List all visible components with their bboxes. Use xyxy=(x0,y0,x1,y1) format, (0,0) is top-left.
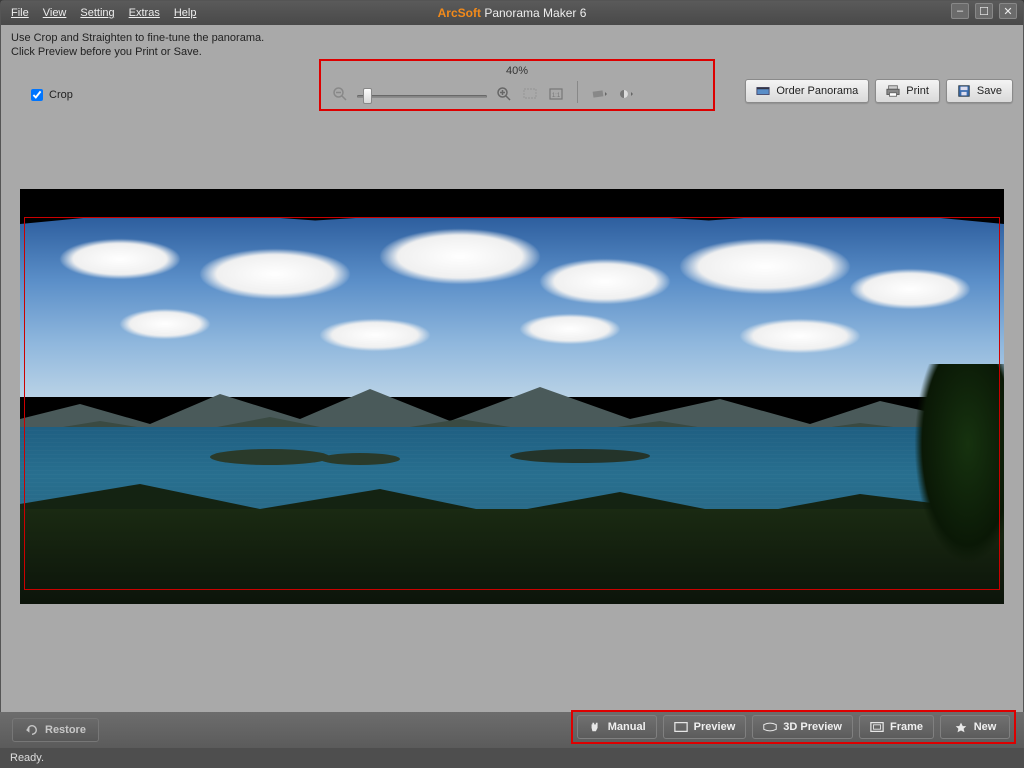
save-button[interactable]: Save xyxy=(946,79,1013,103)
crop-rectangle[interactable] xyxy=(24,217,1000,590)
save-icon xyxy=(957,84,971,98)
window-controls: – ☐ ✕ xyxy=(951,3,1017,19)
restore-button[interactable]: Restore xyxy=(12,718,99,742)
frame-icon xyxy=(870,721,884,733)
new-label: New xyxy=(974,721,997,733)
order-label: Order Panorama xyxy=(776,85,858,97)
zoom-out-icon[interactable] xyxy=(331,85,349,103)
3d-preview-button[interactable]: 3D Preview xyxy=(752,715,853,739)
print-label: Print xyxy=(906,85,929,97)
rotate-tool-icon[interactable] xyxy=(590,85,608,103)
menubar: File View Setting Extras Help xyxy=(1,1,206,25)
titlebar: File View Setting Extras Help ArcSoft Pa… xyxy=(1,1,1023,25)
3d-preview-label: 3D Preview xyxy=(783,721,842,733)
menu-setting[interactable]: Setting xyxy=(80,7,114,19)
restore-label: Restore xyxy=(45,724,86,736)
hint-line1: Use Crop and Straighten to fine-tune the… xyxy=(11,31,1013,45)
minimize-button[interactable]: – xyxy=(951,3,969,19)
new-button[interactable]: New xyxy=(940,715,1010,739)
frame-label: Frame xyxy=(890,721,923,733)
save-label: Save xyxy=(977,85,1002,97)
app-window: File View Setting Extras Help ArcSoft Pa… xyxy=(0,0,1024,768)
menu-extras[interactable]: Extras xyxy=(129,7,160,19)
action-buttons: Order Panorama Print Save xyxy=(745,79,1013,103)
toolbar: Crop 40% 1:1 xyxy=(1,59,1023,109)
crop-checkbox-wrap[interactable]: Crop xyxy=(31,89,73,101)
crop-label: Crop xyxy=(49,89,73,101)
preview-button[interactable]: Preview xyxy=(663,715,747,739)
svg-text:1:1: 1:1 xyxy=(552,93,561,99)
new-icon xyxy=(954,721,968,733)
maximize-button[interactable]: ☐ xyxy=(975,3,993,19)
bottom-buttons-highlight: Manual Preview 3D Preview Frame New xyxy=(571,710,1016,744)
brand-name: ArcSoft xyxy=(438,6,481,20)
zoom-slider-track xyxy=(357,95,487,98)
crop-checkbox[interactable] xyxy=(31,89,43,101)
menu-help[interactable]: Help xyxy=(174,7,197,19)
menu-file[interactable]: File xyxy=(11,7,29,19)
zoom-slider[interactable] xyxy=(357,89,487,103)
status-bar: Ready. xyxy=(0,748,1024,768)
bottom-toolbar: Restore Manual Preview 3D Preview Frame … xyxy=(0,712,1024,748)
separator xyxy=(577,81,578,103)
frame-button[interactable]: Frame xyxy=(859,715,934,739)
hint-line2: Click Preview before you Print or Save. xyxy=(11,45,1013,59)
zoom-slider-thumb[interactable] xyxy=(363,88,372,104)
manual-label: Manual xyxy=(608,721,646,733)
menu-view[interactable]: View xyxy=(43,7,67,19)
preview-label: Preview xyxy=(694,721,736,733)
zoom-tools-highlight: 40% 1:1 xyxy=(319,59,715,111)
manual-button[interactable]: Manual xyxy=(577,715,657,739)
order-panorama-button[interactable]: Order Panorama xyxy=(745,79,869,103)
window-title: ArcSoft Panorama Maker 6 xyxy=(438,6,587,20)
print-icon xyxy=(886,84,900,98)
zoom-percent: 40% xyxy=(506,65,528,77)
fit-screen-icon[interactable] xyxy=(521,85,539,103)
brightness-tool-icon[interactable] xyxy=(616,85,634,103)
panorama-canvas[interactable] xyxy=(20,189,1004,604)
preview-icon xyxy=(674,721,688,733)
3d-icon xyxy=(763,721,777,733)
order-icon xyxy=(756,84,770,98)
restore-icon xyxy=(25,724,39,736)
product-name: Panorama Maker 6 xyxy=(484,6,586,20)
zoom-in-icon[interactable] xyxy=(495,85,513,103)
status-text: Ready. xyxy=(10,752,44,764)
actual-size-icon[interactable]: 1:1 xyxy=(547,85,565,103)
print-button[interactable]: Print xyxy=(875,79,940,103)
hint-text: Use Crop and Straighten to fine-tune the… xyxy=(1,25,1023,59)
close-button[interactable]: ✕ xyxy=(999,3,1017,19)
hand-icon xyxy=(588,721,602,733)
